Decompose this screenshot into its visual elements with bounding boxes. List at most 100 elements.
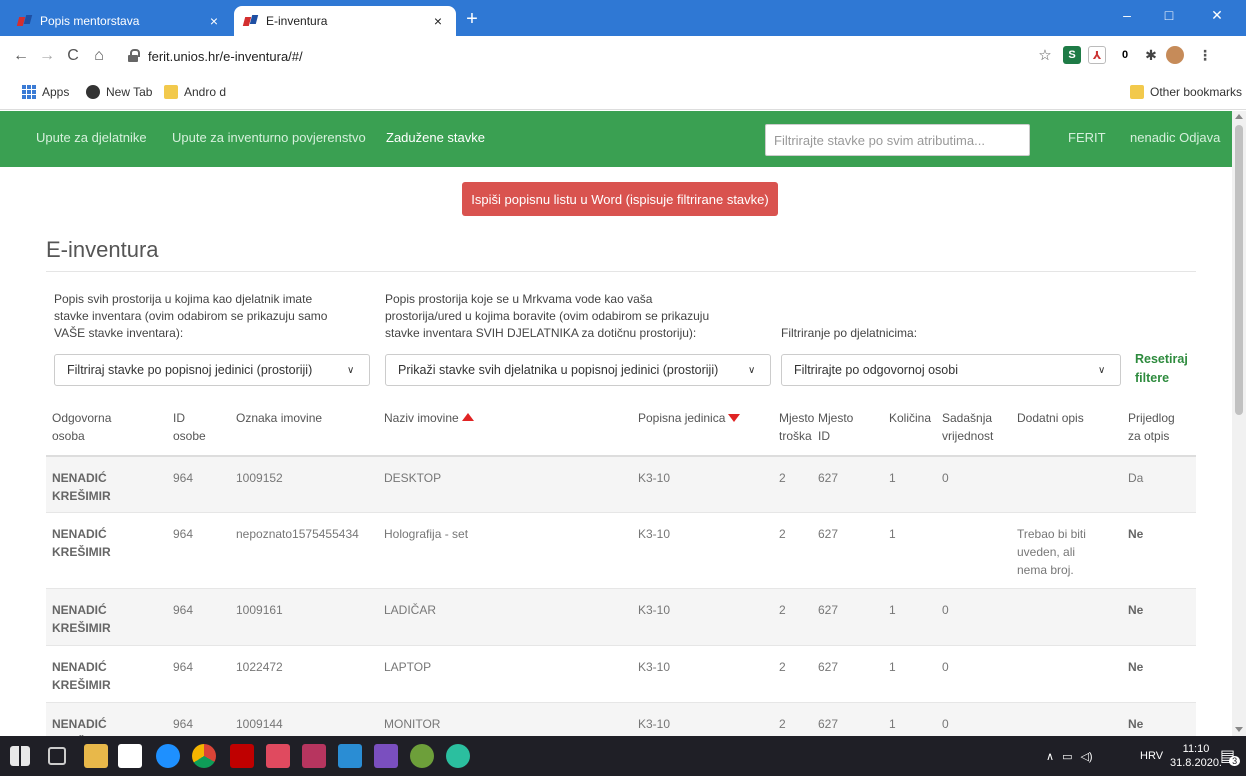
rooms-select[interactable]: Filtriraj stavke po popisnoj jedinici (p… bbox=[54, 354, 370, 386]
cell-mjesto-troska: 2 bbox=[779, 660, 786, 674]
scroll-down-icon[interactable] bbox=[1235, 727, 1243, 732]
header-line: Dodatni opis bbox=[1017, 411, 1084, 425]
other-bookmarks[interactable]: Other bookmarks bbox=[1130, 85, 1242, 99]
vscode-icon[interactable] bbox=[338, 744, 362, 768]
reset-filters-link[interactable]: Resetiraj filtere bbox=[1135, 350, 1188, 388]
cell-vrijednost: 0 bbox=[942, 471, 949, 485]
app-red-icon[interactable] bbox=[266, 744, 290, 768]
cell-line: KREŠIMIR bbox=[52, 545, 111, 559]
cell-line: NENADIĆ bbox=[52, 660, 107, 674]
browser-tab-strip: Popis mentorstava × E-inventura × + – □ … bbox=[0, 0, 1246, 36]
bookmark-android[interactable]: Andro d bbox=[164, 85, 226, 99]
system-tray[interactable]: ∧ ▭ ◁) bbox=[1046, 736, 1126, 776]
cell-line: NENADIĆ bbox=[52, 717, 107, 731]
sort-ascending-icon[interactable] bbox=[461, 413, 474, 421]
bookmarks-bar: Apps New Tab Andro d Other bookmarks bbox=[0, 76, 1246, 110]
pdf-extension-icon[interactable]: ⅄ bbox=[1088, 46, 1106, 64]
bookmark-apps[interactable]: Apps bbox=[22, 85, 69, 99]
notification-center[interactable]: ▤ 3 bbox=[1220, 736, 1241, 776]
reload-icon[interactable]: C bbox=[60, 47, 86, 65]
extension-badge-icon[interactable]: 0 bbox=[1116, 46, 1134, 64]
cell-jedinica: K3-10 bbox=[638, 603, 671, 617]
new-tab-button[interactable]: + bbox=[460, 8, 484, 30]
sort-descending-icon[interactable] bbox=[728, 414, 741, 422]
close-tab-icon[interactable]: × bbox=[206, 13, 222, 29]
close-window-button[interactable]: ✕ bbox=[1196, 0, 1238, 30]
th-jedinica[interactable]: Popisna jedinica bbox=[638, 409, 741, 427]
th-naziv[interactable]: Naziv imovine bbox=[384, 409, 474, 427]
store-icon[interactable] bbox=[118, 744, 142, 768]
table-row[interactable]: NENADIĆKREŠIMIR 964 1009144 MONITOR K3-10 2 62… bbox=[46, 703, 1196, 736]
table-row[interactable]: NENADIĆ KREŠIMIR 964 nepoznato1575455434 Hol… bbox=[46, 513, 1196, 589]
url-field[interactable]: ferit.unios.hr/e-inventura/#/ bbox=[128, 42, 1028, 70]
cell-kolicina: 1 bbox=[889, 603, 896, 617]
print-word-button[interactable]: Ispiši popisnu listu u Word (ispisuje fi… bbox=[462, 182, 778, 216]
scrollbar-thumb[interactable] bbox=[1235, 125, 1243, 415]
back-icon[interactable]: ← bbox=[8, 47, 34, 65]
task-view-icon[interactable] bbox=[48, 747, 66, 765]
volume-icon[interactable]: ◁) bbox=[1080, 750, 1092, 763]
cell-kolicina: 1 bbox=[889, 717, 896, 731]
cell-vrijednost: 0 bbox=[942, 603, 949, 617]
nav-zaduzene-stavke[interactable]: Zadužene stavke bbox=[386, 130, 485, 145]
intellij-icon[interactable] bbox=[302, 744, 326, 768]
global-filter-input[interactable] bbox=[765, 124, 1030, 156]
header-line: Naziv imovine bbox=[384, 409, 474, 427]
cell-id-osobe: 964 bbox=[173, 527, 194, 541]
header-line: Sadašnja bbox=[942, 411, 993, 425]
address-bar: ← → C ⌂ ferit.unios.hr/e-inventura/#/ bbox=[0, 36, 1246, 76]
header-line: Oznaka imovine bbox=[236, 411, 323, 425]
cell-osoba: NENADIĆ KREŠIMIR bbox=[52, 601, 111, 637]
tab-e-inventura[interactable]: E-inventura × bbox=[234, 6, 456, 36]
page-scrollbar[interactable] bbox=[1232, 111, 1246, 736]
home-icon[interactable]: ⌂ bbox=[86, 47, 112, 65]
cell-naziv: DESKTOP bbox=[384, 471, 442, 485]
chevron-down-icon: ∨ bbox=[1098, 364, 1106, 376]
tray-chevron-icon[interactable]: ∧ bbox=[1046, 750, 1054, 763]
chrome-icon[interactable] bbox=[192, 744, 216, 768]
windows-start-icon[interactable] bbox=[10, 746, 30, 766]
scroll-up-icon[interactable] bbox=[1235, 114, 1243, 119]
network-icon[interactable]: ▭ bbox=[1062, 750, 1072, 763]
lock-icon bbox=[128, 49, 140, 63]
screen: Popis mentorstava × E-inventura × + – □ … bbox=[0, 0, 1246, 776]
mrkve-select[interactable]: Prikaži stavke svih djelatnika u popisno… bbox=[385, 354, 771, 386]
close-tab-icon[interactable]: × bbox=[430, 13, 446, 29]
cell-line: NENADIĆ bbox=[52, 527, 107, 541]
language-indicator[interactable]: HRV bbox=[1140, 736, 1163, 776]
menu-kebab-icon[interactable]: ⋮ bbox=[1196, 46, 1214, 64]
cell-osoba: NENADIĆ KREŠIMIR bbox=[52, 469, 111, 505]
app-green-icon[interactable] bbox=[410, 744, 434, 768]
cell-jedinica: K3-10 bbox=[638, 471, 671, 485]
table-row[interactable]: NENADIĆ KREŠIMIR 964 1022472 LAPTOP K3-10 2 627… bbox=[46, 646, 1196, 703]
employee-select[interactable]: Filtrirajte po odgovornoj osobi ∨ bbox=[781, 354, 1121, 386]
avatar[interactable] bbox=[1166, 46, 1184, 64]
cell-oznaka: 1009144 bbox=[236, 717, 283, 731]
tab-popis-mentorstava[interactable]: Popis mentorstava × bbox=[8, 6, 232, 36]
app-teal-icon[interactable] bbox=[446, 744, 470, 768]
extension-s-icon[interactable]: S bbox=[1063, 46, 1081, 64]
nav-upute-povjerenstvo[interactable]: Upute za inventurno povjerenstvo bbox=[172, 130, 366, 145]
cell-jedinica: K3-10 bbox=[638, 527, 671, 541]
cell-naziv: LADIČAR bbox=[384, 603, 437, 617]
label-line: Popis svih prostorija u kojima kao djela… bbox=[54, 292, 313, 306]
puzzle-icon[interactable]: ✱ bbox=[1142, 46, 1160, 64]
clock[interactable]: 11:10 31.8.2020. bbox=[1170, 736, 1222, 776]
nav-user-logout[interactable]: nenadic Odjava bbox=[1130, 130, 1220, 145]
bookmark-new-tab[interactable]: New Tab bbox=[86, 85, 152, 99]
cell-naziv: MONITOR bbox=[384, 717, 441, 731]
cell-jedinica: K3-10 bbox=[638, 660, 671, 674]
file-explorer-icon[interactable] bbox=[84, 744, 108, 768]
minimize-button[interactable]: – bbox=[1106, 0, 1148, 30]
visual-studio-icon[interactable] bbox=[374, 744, 398, 768]
notification-count: 3 bbox=[1229, 756, 1241, 766]
table-row[interactable]: NENADIĆ KREŠIMIR 964 1009152 DESKTOP K3-10 2 62… bbox=[46, 457, 1196, 513]
star-icon[interactable]: ☆ bbox=[1036, 46, 1054, 64]
filezilla-icon[interactable] bbox=[230, 744, 254, 768]
table-row[interactable]: NENADIĆ KREŠIMIR 964 1009161 LADIČAR K3-10 2 62… bbox=[46, 589, 1196, 646]
nav-brand-ferit[interactable]: FERIT bbox=[1068, 130, 1106, 145]
nav-upute-djelatnike[interactable]: Upute za djelatnike bbox=[36, 130, 147, 145]
edge-icon[interactable] bbox=[156, 744, 180, 768]
maximize-button[interactable]: □ bbox=[1148, 0, 1190, 30]
forward-icon[interactable]: → bbox=[34, 47, 60, 65]
